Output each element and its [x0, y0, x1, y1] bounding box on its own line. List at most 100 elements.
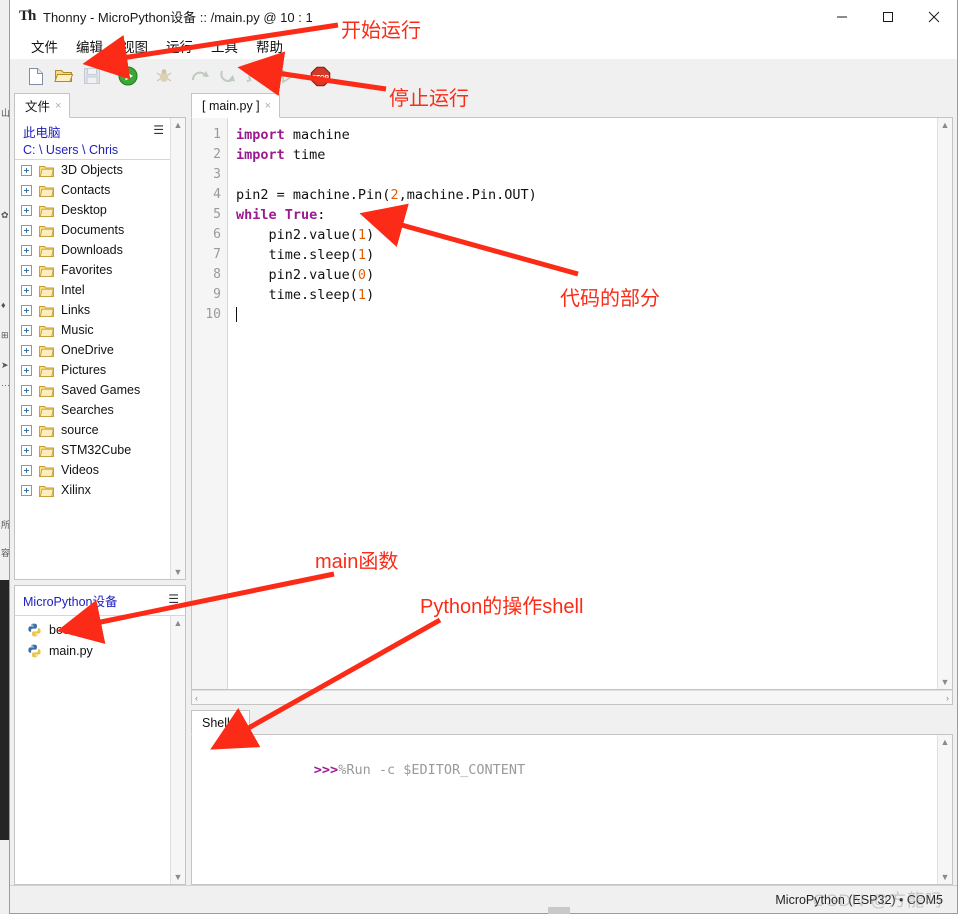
- file-tree-row[interactable]: STM32Cube: [15, 440, 170, 460]
- file-tree-row[interactable]: OneDrive: [15, 340, 170, 360]
- editor-horizontal-scrollbar[interactable]: ‹ ›: [191, 690, 953, 705]
- file-tree-scrollbar[interactable]: ▲ ▼: [170, 118, 185, 579]
- expand-plus-icon[interactable]: [21, 164, 32, 176]
- expand-plus-icon[interactable]: [21, 424, 32, 436]
- expand-plus-icon[interactable]: [21, 484, 32, 496]
- scroll-up-icon[interactable]: ▲: [941, 120, 950, 130]
- stop-button[interactable]: STOP: [307, 63, 333, 89]
- minimize-icon[interactable]: [819, 0, 865, 33]
- folder-icon: [39, 264, 54, 277]
- file-tree-row[interactable]: Downloads: [15, 240, 170, 260]
- file-tree-row[interactable]: source: [15, 420, 170, 440]
- file-tree-row[interactable]: Music: [15, 320, 170, 340]
- file-tree-root-label[interactable]: 此电脑: [23, 122, 164, 141]
- resume-button: [271, 63, 297, 89]
- expand-plus-icon[interactable]: [21, 244, 32, 256]
- device-file-list[interactable]: boot.py main.py: [15, 616, 170, 884]
- expand-plus-icon[interactable]: [21, 344, 32, 356]
- device-file-label: boot.py: [49, 622, 91, 637]
- expand-plus-icon[interactable]: [21, 404, 32, 416]
- file-tree-row[interactable]: Xilinx: [15, 480, 170, 500]
- menu-item-help[interactable]: 帮助: [247, 34, 292, 58]
- hamburger-icon[interactable]: ☰: [153, 123, 164, 137]
- file-tree[interactable]: 此电脑 C: \ Users \ Chris ☰ 3D Objects Conta…: [15, 118, 170, 579]
- tab-main-py-close-icon[interactable]: ×: [265, 100, 271, 112]
- device-file-row[interactable]: boot.py: [15, 619, 170, 640]
- code-keyword: import: [236, 147, 285, 163]
- file-tree-row[interactable]: Contacts: [15, 180, 170, 200]
- new-file-button[interactable]: [23, 63, 49, 89]
- file-tree-row[interactable]: Pictures: [15, 360, 170, 380]
- scroll-down-icon[interactable]: ▼: [174, 872, 183, 882]
- expand-plus-icon[interactable]: [21, 204, 32, 216]
- left-pane: 文件 × 此电脑 C: \ Users \ Chris ☰ 3D Objects…: [14, 93, 186, 885]
- tab-shell[interactable]: Shell ×: [191, 710, 251, 735]
- file-tree-row[interactable]: Documents: [15, 220, 170, 240]
- shell-console[interactable]: >>>%Run -c $EDITOR_CONTENT ▲ ▼: [191, 735, 953, 885]
- line-number: 3: [213, 167, 221, 182]
- scroll-up-icon[interactable]: ▲: [174, 618, 183, 628]
- run-button[interactable]: [115, 63, 141, 89]
- debug-button: [151, 63, 177, 89]
- maximize-icon[interactable]: [865, 0, 911, 33]
- folder-icon: [39, 224, 54, 237]
- file-tree-row[interactable]: Links: [15, 300, 170, 320]
- device-file-row[interactable]: main.py: [15, 640, 170, 661]
- file-tree-row[interactable]: 3D Objects: [15, 160, 170, 180]
- tab-main-py[interactable]: [ main.py ] ×: [191, 93, 281, 118]
- expand-plus-icon[interactable]: [21, 184, 32, 196]
- folder-icon: [39, 164, 54, 177]
- folder-icon: [39, 444, 54, 457]
- hamburger-icon[interactable]: ☰: [168, 592, 179, 606]
- tab-shell-label: Shell: [202, 715, 230, 730]
- file-tree-row[interactable]: Searches: [15, 400, 170, 420]
- code-text-area[interactable]: import machine import time pin2 = machine…: [228, 118, 937, 689]
- folder-icon: [39, 204, 54, 217]
- open-file-button[interactable]: [51, 63, 77, 89]
- expand-plus-icon[interactable]: [21, 444, 32, 456]
- expand-plus-icon[interactable]: [21, 264, 32, 276]
- expand-plus-icon[interactable]: [21, 284, 32, 296]
- menu-item-tools[interactable]: 工具: [202, 34, 247, 58]
- expand-plus-icon[interactable]: [21, 364, 32, 376]
- device-panel: MicroPython设备 ☰ boot.py main.py ▲ ▼: [14, 585, 186, 885]
- shell-prompt: >>>: [313, 762, 339, 778]
- expand-plus-icon[interactable]: [21, 324, 32, 336]
- scroll-down-icon[interactable]: ▼: [941, 872, 950, 882]
- file-tree-row[interactable]: Videos: [15, 460, 170, 480]
- code-line: import machine: [236, 125, 937, 145]
- line-number: 7: [213, 247, 221, 262]
- scroll-left-icon[interactable]: ‹: [195, 693, 198, 703]
- menu-item-view[interactable]: 视图: [112, 34, 157, 58]
- status-interpreter[interactable]: MicroPython (ESP32) • COM5: [775, 893, 943, 907]
- device-list-scrollbar[interactable]: ▲ ▼: [170, 616, 185, 884]
- code-editor[interactable]: 1 2 3 4 5 6 7 8 9 10 import machine import time pi…: [191, 118, 953, 690]
- file-tree-row[interactable]: Intel: [15, 280, 170, 300]
- expand-plus-icon[interactable]: [21, 224, 32, 236]
- expand-plus-icon[interactable]: [21, 464, 32, 476]
- code-keyword: import: [236, 127, 285, 143]
- shell-output[interactable]: >>>%Run -c $EDITOR_CONTENT: [192, 735, 937, 884]
- expand-plus-icon[interactable]: [21, 304, 32, 316]
- file-tree-row[interactable]: Desktop: [15, 200, 170, 220]
- tab-shell-close-icon[interactable]: ×: [235, 717, 241, 729]
- file-tree-row[interactable]: Favorites: [15, 260, 170, 280]
- menu-item-run[interactable]: 运行: [157, 34, 202, 58]
- scroll-up-icon[interactable]: ▲: [174, 120, 183, 130]
- editor-vertical-scrollbar[interactable]: ▲ ▼: [937, 118, 952, 689]
- close-icon[interactable]: [911, 0, 957, 33]
- shell-scrollbar[interactable]: ▲ ▼: [937, 735, 952, 884]
- save-file-button[interactable]: [79, 63, 105, 89]
- expand-plus-icon[interactable]: [21, 384, 32, 396]
- line-number: 10: [205, 307, 221, 322]
- file-tree-row-label: source: [61, 423, 99, 437]
- scroll-down-icon[interactable]: ▼: [174, 567, 183, 577]
- tab-files-close-icon[interactable]: ×: [55, 100, 61, 112]
- menu-item-file[interactable]: 文件: [22, 34, 67, 58]
- menu-item-edit[interactable]: 编辑: [67, 34, 112, 58]
- scroll-up-icon[interactable]: ▲: [941, 737, 950, 747]
- file-tree-row[interactable]: Saved Games: [15, 380, 170, 400]
- tab-files[interactable]: 文件 ×: [14, 93, 71, 118]
- scroll-right-icon[interactable]: ›: [946, 693, 949, 703]
- scroll-down-icon[interactable]: ▼: [941, 677, 950, 687]
